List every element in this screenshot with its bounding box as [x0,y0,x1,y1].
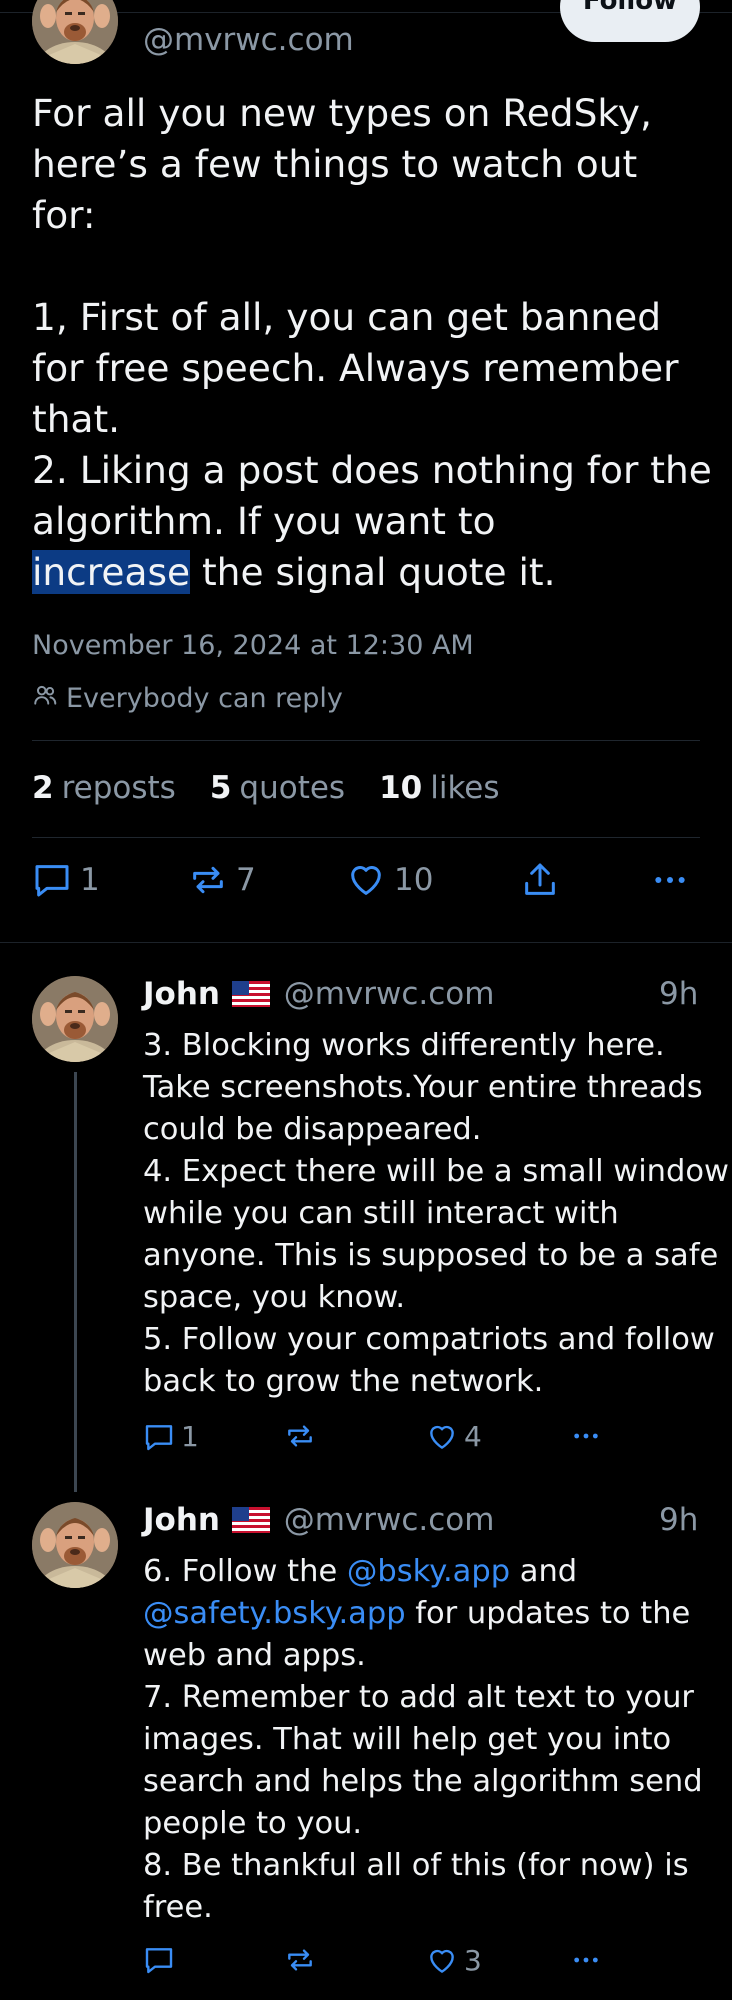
us-flag-icon [231,981,270,1007]
avatar-image [32,976,118,1062]
reply-icon [145,1424,173,1450]
repost-icon [288,1425,312,1447]
heart-icon [351,866,381,895]
reply-icon [145,1948,173,1974]
reply-icon [35,865,69,897]
reply-button[interactable]: 1 [143,1420,199,1453]
more-options-button[interactable] [650,860,690,900]
author-handle: @mvrwc.com [283,976,495,1012]
repost-icon [193,866,223,894]
reply-setting[interactable]: Everybody can reply [32,682,343,715]
reply-text: 6. Follow the @bsky.app and @safety.bsky.… [143,1551,732,1929]
reply-count: 1 [181,1420,199,1453]
post-stats: 2 reposts 5 quotes 10 likes [32,770,500,806]
post-paragraph: 1, First of all, you can get banned for … [32,295,679,441]
reply-count: 1 [80,862,100,898]
heart-icon [430,1425,454,1449]
reply-header[interactable]: John @mvrwc.com [143,976,494,1012]
reply-time: 9h [659,976,699,1012]
more-options-button[interactable] [568,1944,604,1976]
reply-time: 9h [659,1502,699,1538]
share-icon [525,863,555,895]
avatar-image [32,0,118,64]
quotes-stat[interactable]: 5 quotes [210,770,345,806]
repost-count: 7 [236,862,256,898]
author-handle[interactable]: @mvrwc.com [143,22,354,58]
reply-line: 3. Blocking works differently here. Take… [143,1028,703,1147]
avatar[interactable] [32,1502,118,1588]
post-text: For all you new types on RedSky, here’s … [32,88,712,598]
more-options-button[interactable] [568,1420,604,1452]
more-icon [574,1957,598,1963]
avatar[interactable] [32,0,118,64]
repost-icon [288,1949,312,1971]
like-button[interactable]: 10 [346,860,433,900]
mention-link[interactable]: @safety.bsky.app [143,1596,406,1631]
more-icon [655,877,685,883]
like-count: 10 [394,862,434,898]
reply-line: 8. Be thankful all of this (for now) is … [143,1848,689,1925]
reply-text: 3. Blocking works differently here. Take… [143,1025,732,1403]
post-paragraph: 2. Liking a post does nothing for the al… [32,448,712,543]
like-button[interactable]: 4 [426,1420,482,1453]
like-count: 3 [464,1944,482,1977]
repost-button[interactable]: 7 [188,860,256,900]
avatar[interactable] [32,976,118,1062]
reply-setting-label: Everybody can reply [66,683,343,714]
likes-stat[interactable]: 10 likes [379,770,499,806]
repost-button[interactable] [284,1420,316,1452]
share-button[interactable] [520,860,560,900]
repost-button[interactable] [284,1944,316,1976]
reply-button[interactable] [143,1944,175,1976]
mention-link[interactable]: @bsky.app [347,1554,510,1589]
author-name: John [143,976,220,1012]
selected-text[interactable]: increase [32,550,191,594]
avatar-image [32,1502,118,1588]
author-name: John [143,1502,220,1538]
divider [32,837,700,838]
reply-line: 6. Follow the @bsky.app and @safety.bsky.… [143,1554,691,1673]
reposts-stat[interactable]: 2 reposts [32,770,176,806]
more-icon [574,1433,598,1439]
follow-button[interactable]: Follow [560,0,700,42]
reply-header[interactable]: John @mvrwc.com [143,1502,494,1538]
reply-line: 7. Remember to add alt text to your imag… [143,1680,703,1841]
post-paragraph: For all you new types on RedSky, here’s … [32,91,652,237]
thread-line [74,1072,77,1492]
us-flag-icon [231,1507,270,1533]
reply-line: 5. Follow your compatriots and follow ba… [143,1322,715,1399]
post-paragraph: increase the signal quote it. [32,547,712,598]
reply-line: 4. Expect there will be a small window w… [143,1154,729,1315]
reply-button[interactable]: 1 [32,860,100,900]
like-button[interactable]: 3 [426,1944,482,1977]
people-icon [32,682,58,715]
divider [32,740,700,741]
heart-icon [430,1949,454,1973]
post-paragraph-tail: the signal quote it. [190,550,556,594]
divider [0,942,732,943]
author-handle: @mvrwc.com [283,1502,495,1538]
post-date: November 16, 2024 at 12:30 AM [32,630,474,661]
like-count: 4 [464,1420,482,1453]
